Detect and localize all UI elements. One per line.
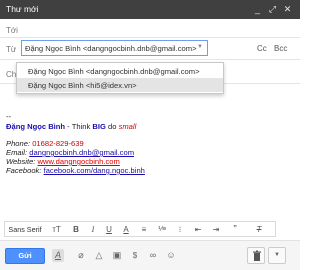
link-icon[interactable]: ∞ (147, 249, 159, 262)
bcc-link[interactable]: Bcc (274, 44, 287, 53)
from-value: Đặng Ngọc Bình <dangngocbinh.dnb@gmail.c… (25, 44, 197, 53)
formatting-icon[interactable]: A (52, 249, 64, 262)
compose-title: Thư mới (6, 4, 39, 14)
from-label: Từ (6, 45, 17, 54)
signature-dashes: -- (6, 112, 12, 121)
indent-less-icon[interactable]: ⇤ (192, 224, 204, 236)
bulleted-list-icon[interactable]: ⁝ (174, 224, 186, 236)
indent-more-icon[interactable]: ⇥ (210, 224, 222, 236)
numbered-list-icon[interactable]: ⅟≡ (156, 224, 168, 236)
money-icon[interactable]: $ (129, 249, 141, 262)
to-label: Tới (6, 26, 18, 35)
signature-big: BIG (92, 122, 106, 131)
font-family-value: Sans Serif (8, 225, 42, 234)
facebook-label: Facebook: (6, 166, 44, 175)
font-family-select[interactable]: Sans Serif ▾ (8, 224, 42, 246)
send-label: Gửi (18, 251, 32, 260)
remove-formatting-icon[interactable]: T (253, 224, 265, 236)
signature-do: do (105, 122, 119, 131)
phone-label: Phone: (6, 139, 33, 148)
insert-photo-icon[interactable]: ▣ (111, 249, 123, 262)
attach-icon[interactable]: ⌀ (75, 249, 87, 262)
underline-icon[interactable]: U (104, 224, 114, 236)
from-option[interactable]: Đặng Ngọc Bình <dangngocbinh.dnb@gmail.c… (17, 64, 223, 78)
formatting-toolbar: Sans Serif ▾ ᴛT B I U A ≡ ⅟≡ ⁝ ⇤ ⇥ ” T (4, 221, 276, 246)
more-options-icon[interactable]: ▼ (268, 247, 286, 264)
phone-value: 01682-829-639 (32, 139, 84, 148)
send-button[interactable]: Gửi (5, 248, 45, 264)
to-row[interactable]: Tới (0, 19, 300, 38)
close-icon[interactable]: ✕ (282, 3, 293, 15)
signature-name: Đặng Ngọc Bình (6, 122, 66, 131)
emoji-icon[interactable]: ☺ (165, 249, 177, 262)
bold-icon[interactable]: B (71, 224, 81, 236)
signature-facebook-line: Facebook: facebook.com/dang.ngoc.binh (6, 166, 145, 176)
trash-icon[interactable] (247, 247, 265, 264)
compose-footer: Gửi A ⌀ △ ▣ $ ∞ ☺ ▼ (0, 240, 300, 270)
facebook-link[interactable]: facebook.com/dang.ngoc.binh (44, 166, 145, 175)
compose-title-bar[interactable]: Thư mới _ ⤢ ✕ (0, 0, 300, 19)
minimize-icon[interactable]: _ (252, 3, 263, 15)
text-color-icon[interactable]: A (121, 224, 131, 236)
signature-think: Think (71, 122, 93, 131)
chevron-down-icon[interactable]: ▼ (197, 44, 203, 50)
drive-icon[interactable]: △ (93, 249, 105, 262)
email-link[interactable]: dangngocbinh.dnb@gmail.com (29, 148, 134, 157)
from-select[interactable]: Đặng Ngọc Bình <dangngocbinh.dnb@gmail.c… (21, 40, 208, 56)
expand-icon[interactable]: ⤢ (267, 3, 278, 15)
italic-icon[interactable]: I (88, 224, 98, 236)
quote-icon[interactable]: ” (229, 224, 241, 236)
signature-sep: - (65, 122, 72, 131)
website-label: Website: (6, 157, 38, 166)
signature-title-line: Đặng Ngọc Bình - Think BIG do small (6, 122, 136, 132)
email-label: Email: (6, 148, 30, 157)
cc-link[interactable]: Cc (257, 44, 267, 53)
text-size-icon[interactable]: ᴛT (50, 224, 63, 236)
website-link[interactable]: www.dangngocbinh.com (38, 157, 120, 166)
signature-small: small (118, 122, 137, 131)
align-icon[interactable]: ≡ (138, 224, 150, 236)
